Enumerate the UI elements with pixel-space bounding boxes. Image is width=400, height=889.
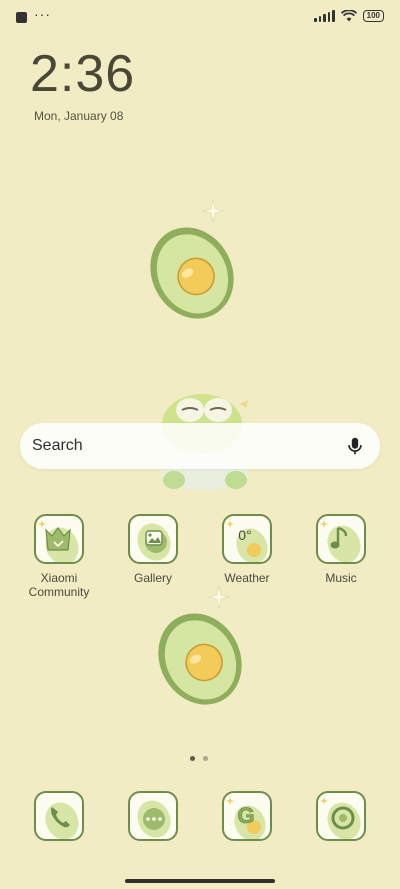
app-label: Gallery xyxy=(133,571,172,585)
app-label: Xiaomi Community xyxy=(28,571,90,599)
gallery-icon[interactable] xyxy=(128,514,178,564)
app-label: Music xyxy=(325,571,357,585)
google-icon[interactable]: G xyxy=(222,791,272,841)
google-letter: G xyxy=(237,803,254,828)
signal-icon xyxy=(314,10,335,22)
dock-google[interactable]: G xyxy=(204,791,290,841)
messages-icon[interactable] xyxy=(128,791,178,841)
notification-icon xyxy=(16,12,27,23)
status-icons: 100 xyxy=(314,10,384,22)
app-label: Weather xyxy=(224,571,270,585)
avocado-wallpaper-top xyxy=(150,199,234,319)
app-music[interactable]: Music xyxy=(298,514,384,585)
avocado-wallpaper-bottom xyxy=(158,585,242,705)
status-bar: ··· 100 xyxy=(0,0,400,36)
microphone-icon[interactable] xyxy=(344,435,366,457)
weather-temperature: 0° xyxy=(238,527,251,543)
battery-indicator: 100 xyxy=(362,10,384,22)
app-xiaomi-community[interactable]: Xiaomi Community xyxy=(16,514,102,599)
search-input[interactable]: Search xyxy=(32,437,344,455)
more-notifications-indicator: ··· xyxy=(34,6,51,22)
clock-date[interactable]: Mon, January 08 xyxy=(34,109,123,123)
wifi-icon xyxy=(340,10,357,22)
music-icon[interactable] xyxy=(316,514,366,564)
page-dot-active[interactable] xyxy=(190,756,195,761)
browser-icon[interactable] xyxy=(316,791,366,841)
xiaomi-community-icon[interactable] xyxy=(34,514,84,564)
dock-phone[interactable] xyxy=(16,791,102,841)
dock-messages[interactable] xyxy=(110,791,196,841)
dock-browser[interactable] xyxy=(298,791,384,841)
home-gesture-bar[interactable] xyxy=(125,879,275,883)
weather-icon[interactable]: 0° xyxy=(222,514,272,564)
phone-icon[interactable] xyxy=(34,791,84,841)
page-indicator[interactable] xyxy=(190,756,208,761)
search-bar[interactable]: Search xyxy=(20,423,380,469)
app-weather[interactable]: 0° Weather xyxy=(204,514,290,585)
clock-time[interactable]: 2:36 xyxy=(30,44,135,104)
page-dot[interactable] xyxy=(203,756,208,761)
app-gallery[interactable]: Gallery xyxy=(110,514,196,585)
